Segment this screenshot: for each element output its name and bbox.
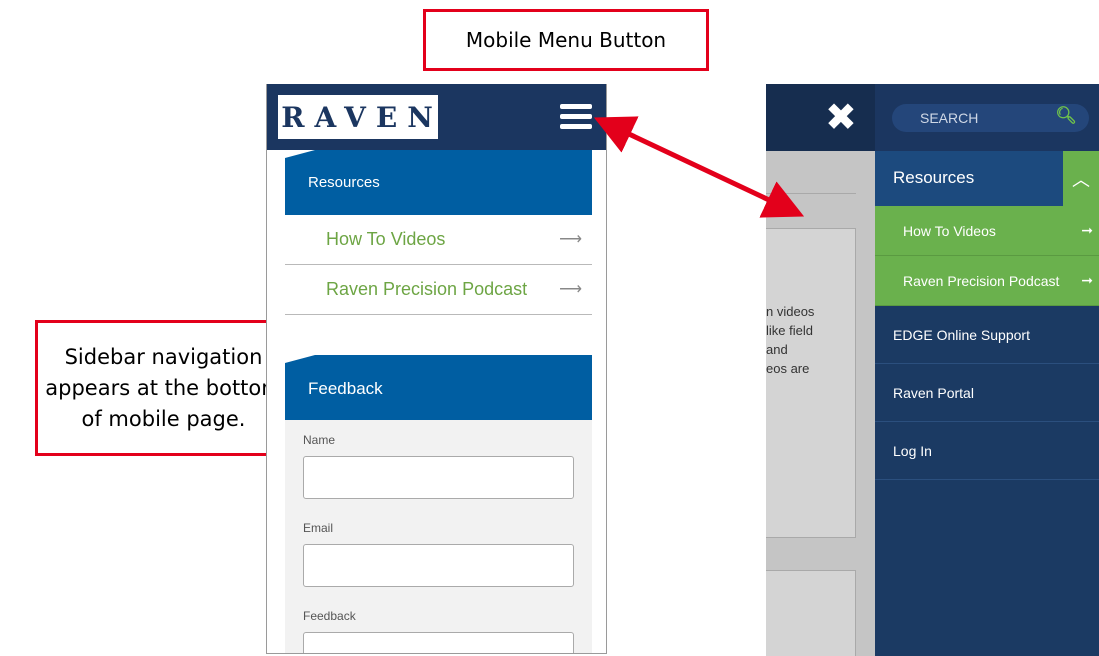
feedback-heading: Feedback — [285, 355, 592, 420]
arrow-right-icon: ⟶ — [559, 231, 582, 248]
feedback-form: Name Email Feedback — [285, 420, 592, 653]
menu-item-edge-online-support[interactable]: EDGE Online Support — [875, 306, 1099, 364]
arrow-right-icon: ➞ — [1081, 222, 1093, 238]
hamburger-icon[interactable] — [560, 104, 592, 132]
callout-mobile-menu-button: Mobile Menu Button — [423, 9, 709, 71]
callout-sidebar-navigation: Sidebar navigation appears at the bottom… — [35, 320, 292, 456]
search-placeholder: SEARCH — [920, 110, 979, 126]
background-content-card — [766, 228, 856, 538]
background-text: like field — [766, 323, 813, 338]
resource-link-label: How To Videos — [326, 229, 446, 249]
menu-item-label: EDGE Online Support — [893, 327, 1030, 343]
background-text: n videos — [766, 304, 815, 319]
resources-heading-label: Resources — [308, 174, 380, 191]
search-area: SEARCH 🔍︎ — [875, 84, 1099, 151]
feedback-field[interactable] — [303, 632, 574, 653]
menu-item-label: Log In — [893, 443, 932, 459]
name-label: Name — [303, 433, 336, 447]
menu-sub-item-how-to-videos[interactable]: How To Videos ➞ — [875, 206, 1099, 256]
raven-logo-text: RAVEN — [281, 100, 443, 134]
close-icon[interactable]: ✖ — [825, 98, 857, 136]
arrow-right-icon: ⟶ — [559, 281, 582, 298]
background-content-card — [766, 570, 856, 656]
resource-link-label: Raven Precision Podcast — [326, 279, 528, 299]
mobile-header: RAVEN — [267, 84, 606, 150]
search-icon[interactable]: 🔍︎ — [1055, 106, 1077, 126]
mobile-menu-panel: SEARCH 🔍︎ Resources ︿ How To Videos ➞ Ra… — [875, 84, 1099, 656]
feedback-label: Feedback — [303, 609, 356, 623]
callout-sidebar-text: Sidebar navigation appears at the bottom… — [45, 344, 282, 431]
arrow-right-icon: ➞ — [1081, 272, 1093, 288]
menu-sub-item-label: How To Videos — [903, 223, 996, 239]
email-label: Email — [303, 521, 334, 535]
feedback-heading-label: Feedback — [308, 379, 383, 398]
chevron-up-icon[interactable]: ︿ — [1063, 151, 1099, 206]
resource-link-how-to-videos[interactable]: How To Videos ⟶ — [285, 215, 592, 265]
menu-resources-heading[interactable]: Resources ︿ — [875, 151, 1099, 206]
resource-link-raven-precision-podcast[interactable]: Raven Precision Podcast ⟶ — [285, 265, 592, 315]
name-field[interactable] — [303, 456, 574, 499]
background-text: eos are — [766, 361, 810, 376]
menu-item-raven-portal[interactable]: Raven Portal — [875, 364, 1099, 422]
menu-item-label: Raven Portal — [893, 385, 974, 401]
resources-heading: Resources — [285, 150, 592, 215]
callout-mobile-menu-text: Mobile Menu Button — [465, 28, 667, 52]
mobile-menu-screenshot: ✖ n videos like field and eos are SEARCH… — [766, 84, 1099, 656]
email-field[interactable] — [303, 544, 574, 587]
raven-logo[interactable]: RAVEN — [278, 95, 438, 139]
search-input[interactable]: SEARCH 🔍︎ — [892, 104, 1089, 132]
page-topbar: ✖ — [766, 84, 875, 151]
menu-item-log-in[interactable]: Log In — [875, 422, 1099, 480]
menu-sub-item-raven-precision-podcast[interactable]: Raven Precision Podcast ➞ — [875, 256, 1099, 306]
menu-sub-item-label: Raven Precision Podcast — [903, 273, 1060, 289]
background-text: and — [766, 342, 788, 357]
menu-resources-label: Resources — [893, 168, 975, 187]
background-divider — [766, 174, 856, 194]
mobile-page-screenshot: RAVEN Resources How To Videos ⟶ Raven Pr… — [266, 84, 607, 654]
